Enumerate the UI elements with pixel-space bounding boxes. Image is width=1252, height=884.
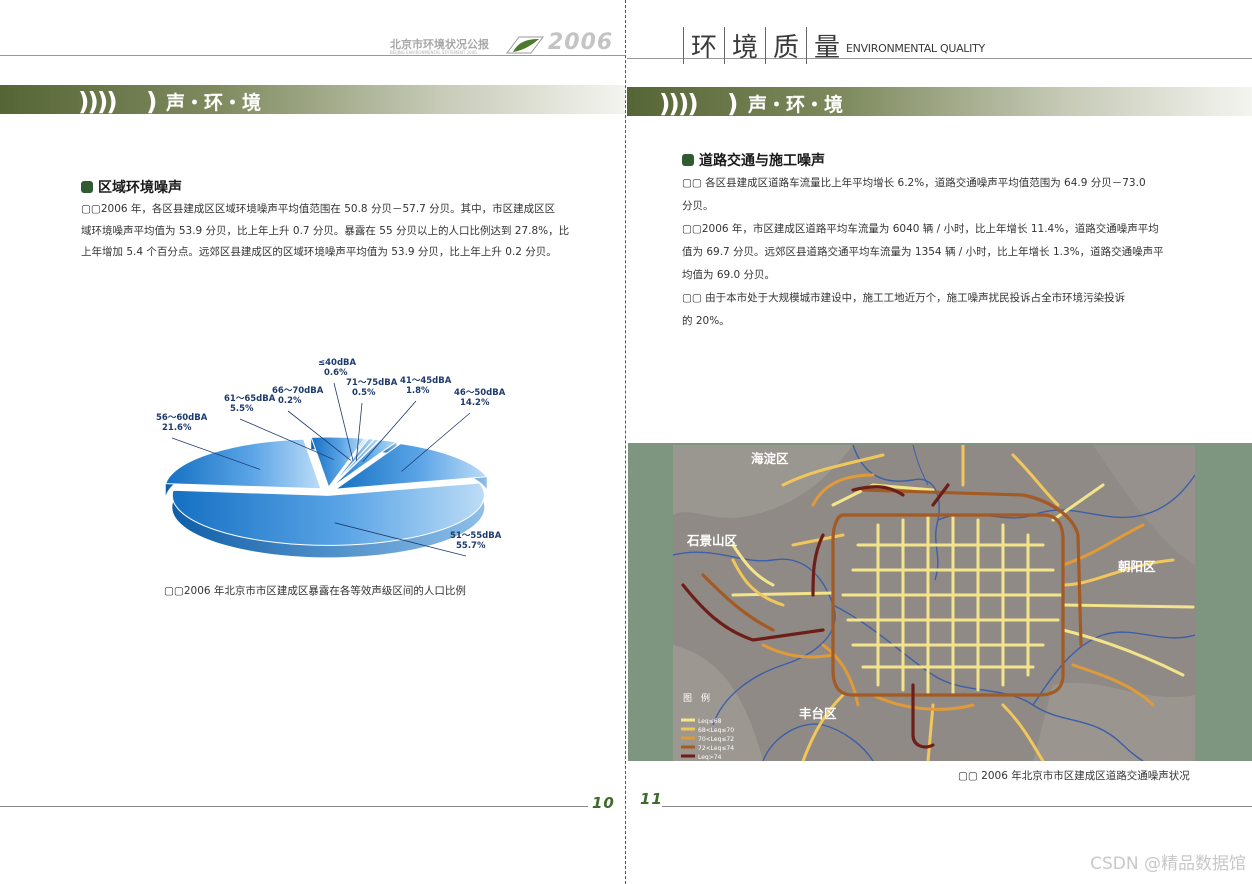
left-figure-caption: ▢▢2006 年北京市市区建成区暴露在各等效声级区间的人口比例 [164, 585, 466, 597]
legend-label: 68<Leq≤70 [698, 727, 734, 734]
pie-slice [165, 438, 322, 490]
chevron-stripes-icon: )))) [659, 89, 699, 118]
left-section-band: )))) ) 声・环・境 [0, 85, 625, 116]
map-label-shijingshan: 石景山区 [687, 533, 738, 548]
title-char: 质 [765, 27, 806, 64]
map-label-chaoyang: 朝阳区 [1118, 559, 1156, 574]
left-header-rule [0, 55, 625, 56]
left-section-title: 区域环境噪声 [81, 177, 182, 197]
header-brand-sub: BEIJING ENVIRONMENTAL STATEMENT 2006 [390, 50, 477, 55]
map-label-haidian: 海淀区 [751, 451, 789, 466]
right-paragraph: ▢▢ 各区县建成区道路车流量比上年平均增长 6.2%，道路交通噪声平均值范围为 … [682, 172, 1202, 333]
pie-category-label: 66～70dBA [272, 386, 324, 396]
pie-category-label: 41～45dBA [400, 376, 452, 386]
pie-value-label: 14.2% [460, 398, 490, 408]
paragraph-line: ▢▢2006 年，各区县建成区区域环境噪声平均值范围在 50.8 分贝－57.7… [81, 203, 556, 215]
legend-label: Leq>74 [698, 754, 722, 761]
pie-chart: 51～55dBA55.7% 56～60dBA21.6% 61～65dBA5.5% 66… [156, 358, 506, 558]
legend-label: 70<Leq≤72 [698, 736, 734, 743]
paragraph-line: 值为 69.7 分贝。远郊区县道路交通平均车流量为 1354 辆 / 小时，比上… [682, 246, 1164, 258]
pie-value-label: 0.2% [278, 396, 302, 406]
legend-label: 72<Leq≤74 [698, 745, 734, 752]
right-header-english: ENVIRONMENTAL QUALITY [846, 42, 985, 55]
watermark: CSDN @精品数据馆 [1090, 854, 1246, 874]
pie-category-label: 61～65dBA [224, 394, 276, 404]
pie-category-label: ≤40dBA [318, 358, 357, 368]
pie-value-label: 55.7% [456, 541, 486, 551]
header-year: 2006 [548, 30, 614, 55]
right-section-title-text: 道路交通与施工噪声 [699, 153, 825, 169]
bullet-square-icon [81, 181, 93, 193]
pie-category-label: 46～50dBA [454, 388, 506, 398]
chevron-icon: ) [727, 89, 739, 118]
paragraph-line: ▢▢ 各区县建成区道路车流量比上年平均增长 6.2%，道路交通噪声平均值范围为 … [682, 177, 1146, 189]
right-section-title: 道路交通与施工噪声 [682, 150, 825, 170]
pie-category-label: 56～60dBA [156, 413, 208, 423]
right-band-title: 声・环・境 [748, 94, 844, 116]
paragraph-line: 域环境噪声平均值为 53.9 分贝，比上年上升 0.7 分贝。暴露在 55 分贝… [81, 224, 570, 237]
pie-value-label: 0.5% [352, 388, 376, 398]
chevron-stripes-icon: )))) [78, 87, 118, 116]
page-number-right: 11 [640, 790, 663, 808]
legend-label: Leq≤68 [698, 718, 722, 725]
bullet-square-icon [682, 154, 694, 166]
page-number-left: 10 [592, 794, 615, 812]
left-footer-rule [0, 806, 588, 807]
map-legend-title: 图 例 [683, 692, 710, 704]
road-noise-map: 图 例 Leq≤68 68<Leq≤70 70<Leq≤72 72<Leq≤74 Leq… [673, 445, 1195, 761]
paragraph-line: 均值为 69.0 分贝。 [682, 269, 776, 281]
right-footer-rule [662, 806, 1252, 807]
pie-category-label: 51～55dBA [450, 531, 502, 541]
pie-value-label: 1.8% [406, 386, 430, 396]
left-paragraph: ▢▢2006 年，各区县建成区区域环境噪声平均值范围在 50.8 分贝－57.7… [81, 199, 601, 264]
right-figure-caption: ▢▢ 2006 年北京市市区建成区道路交通噪声状况 [958, 770, 1190, 782]
page-fold [625, 0, 626, 884]
paragraph-line: 分贝。 [682, 200, 714, 212]
pie-value-label: 21.6% [162, 423, 192, 433]
leaf-logo-icon [506, 36, 544, 54]
pie-value-label: 5.5% [230, 404, 254, 414]
title-char: 环 [683, 27, 724, 64]
paragraph-line: 上年增加 5.4 个百分点。远郊区县建成区的区域环境噪声平均值为 53.9 分贝… [81, 246, 557, 258]
map-label-fengtai: 丰台区 [799, 706, 837, 721]
title-char: 量 [806, 27, 847, 64]
left-section-title-text: 区域环境噪声 [98, 180, 182, 196]
paragraph-line: ▢▢2006 年，市区建成区道路平均车流量为 6040 辆 / 小时，比上年增长… [682, 223, 1159, 235]
title-char: 境 [724, 27, 765, 64]
left-band-title: 声・环・境 [166, 92, 262, 114]
pie-value-label: 0.6% [324, 368, 348, 378]
pie-category-label: 71～75dBA [346, 378, 398, 388]
paragraph-line: ▢▢ 由于本市处于大规模城市建设中，施工工地近万个，施工噪声扰民投诉占全市环境污… [682, 292, 1126, 304]
chevron-icon: ) [146, 87, 158, 116]
right-header-title: 环境质量 [683, 27, 847, 64]
right-section-band: )))) ) 声・环・境 [627, 87, 1252, 118]
paragraph-line: 的 20%。 [682, 315, 730, 327]
